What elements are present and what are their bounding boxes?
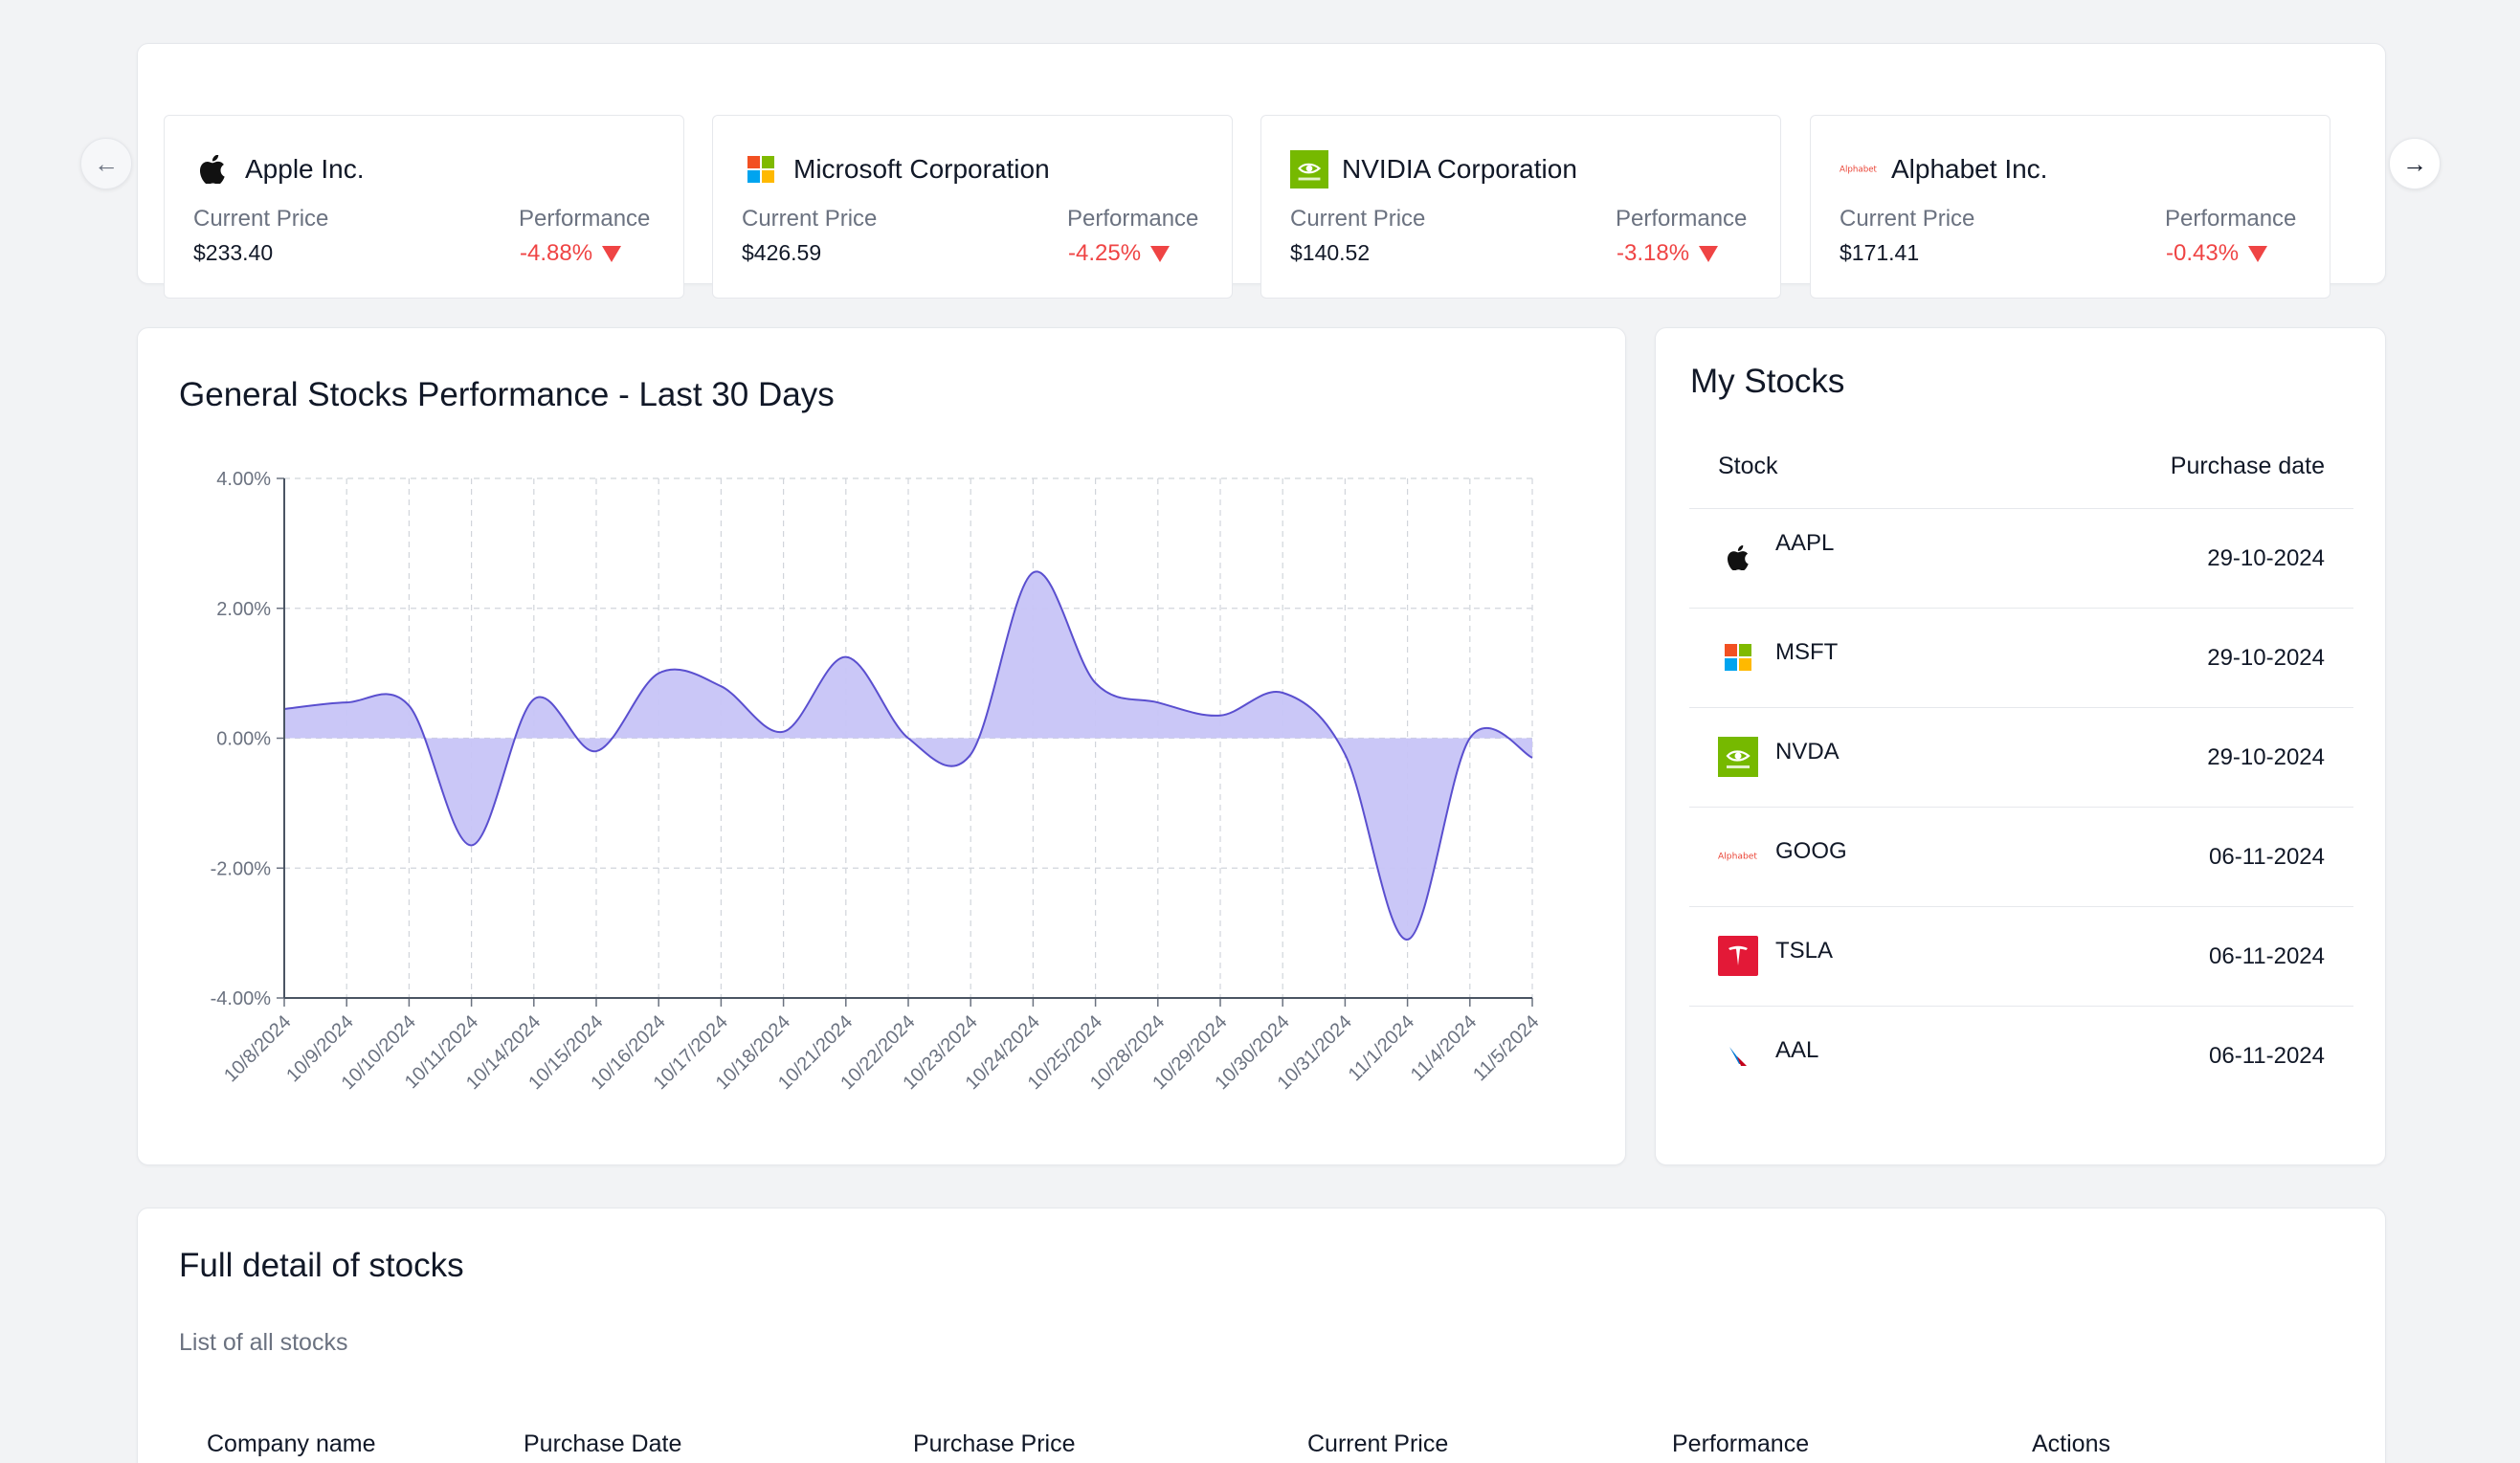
my-stock-row-aal[interactable]: AAL 06-11-2024 — [1689, 1006, 2353, 1105]
nvidia-logo-icon — [1718, 737, 1758, 777]
performance-percent: -4.25% — [1068, 240, 1142, 266]
carousel-next-button[interactable]: → — [2389, 138, 2441, 189]
current-price-value: $426.59 — [742, 240, 822, 265]
stock-ticker: GOOG — [1775, 838, 1847, 864]
col-header-purchase-date: Purchase Date — [524, 1430, 682, 1457]
current-price-value: $171.41 — [1840, 240, 1920, 265]
performance-label: Performance — [1616, 206, 1748, 232]
x-tick-label: 11/5/2024 — [1469, 1011, 1543, 1085]
performance-chart-panel: General Stocks Performance - Last 30 Day… — [137, 327, 1626, 1165]
performance-value: -0.43% — [2166, 240, 2268, 267]
performance-percent: -3.18% — [1617, 240, 1690, 266]
performance-value: -3.18% — [1617, 240, 1719, 267]
col-header-purchase-price: Purchase Price — [913, 1430, 1076, 1457]
detail-title: Full detail of stocks — [179, 1247, 464, 1284]
y-tick-label: 2.00% — [216, 599, 271, 620]
down-triangle-icon — [2248, 245, 2268, 262]
alphabet-logo-icon: Alphabet — [1718, 836, 1758, 876]
carousel-prev-button[interactable]: ← — [80, 138, 132, 189]
current-price-value: $140.52 — [1290, 240, 1371, 265]
stock-ticker: TSLA — [1775, 938, 1834, 964]
ticker-card-microsoft[interactable]: Microsoft Corporation Current Price $426… — [712, 115, 1233, 299]
performance-label: Performance — [2165, 206, 2297, 232]
microsoft-logo-icon — [742, 150, 780, 188]
performance-label: Performance — [519, 206, 651, 232]
col-header-company-name: Company name — [207, 1430, 376, 1457]
ticker-company-name: NVIDIA Corporation — [1342, 154, 1577, 184]
ticker-company-name: Alphabet Inc. — [1891, 154, 2048, 184]
x-tick-label: 11/4/2024 — [1407, 1011, 1481, 1085]
arrow-left-icon: ← — [94, 148, 119, 178]
performance-area-chart: 4.00%2.00%0.00%-2.00%-4.00%10/8/202410/9… — [211, 469, 1544, 1094]
performance-percent: -4.88% — [520, 240, 593, 266]
performance-value: -4.25% — [1068, 240, 1171, 267]
my-stocks-title: My Stocks — [1690, 363, 1845, 400]
current-price-label: Current Price — [1290, 206, 1426, 232]
my-stock-row-nvda[interactable]: NVDA 29-10-2024 — [1689, 707, 2353, 807]
col-header-current-price: Current Price — [1307, 1430, 1449, 1457]
ticker-company-name: Microsoft Corporation — [793, 154, 1050, 184]
ticker-company-name: Apple Inc. — [245, 154, 365, 184]
arrow-right-icon: → — [2402, 148, 2427, 178]
my-stock-row-aapl[interactable]: AAPL 29-10-2024 — [1689, 508, 2353, 608]
y-tick-label: -2.00% — [211, 858, 272, 879]
ticker-card-alphabet[interactable]: Alphabet Alphabet Inc. Current Price $17… — [1810, 115, 2330, 299]
my-stocks-panel: My Stocks Stock Purchase date AAPL 29-10… — [1655, 327, 2386, 1165]
detail-subtitle: List of all stocks — [179, 1329, 348, 1356]
ticker-card-nvidia[interactable]: NVIDIA Corporation Current Price $140.52… — [1260, 115, 1781, 299]
svg-text:Alphabet: Alphabet — [1840, 166, 1878, 175]
american-airlines-logo-icon — [1718, 1035, 1758, 1075]
stock-purchase-date: 06-11-2024 — [2209, 844, 2325, 870]
stock-purchase-date: 06-11-2024 — [2209, 1043, 2325, 1069]
performance-value: -4.88% — [520, 240, 622, 267]
current-price-value: $233.40 — [193, 240, 274, 265]
down-triangle-icon — [602, 245, 622, 262]
microsoft-logo-icon — [1718, 637, 1758, 677]
y-tick-label: 4.00% — [216, 469, 271, 490]
svg-text:Alphabet: Alphabet — [1718, 853, 1757, 862]
current-price-label: Current Price — [1840, 206, 1975, 232]
ticker-card-apple[interactable]: Apple Inc. Current Price $233.40 Perform… — [164, 115, 684, 299]
col-header-purchase-date: Purchase date — [2170, 453, 2325, 479]
current-price-label: Current Price — [742, 206, 878, 232]
stocks-detail-panel: Full detail of stocks List of all stocks… — [137, 1208, 2386, 1463]
stock-purchase-date: 29-10-2024 — [2207, 744, 2325, 770]
performance-label: Performance — [1067, 206, 1199, 232]
my-stock-row-msft[interactable]: MSFT 29-10-2024 — [1689, 608, 2353, 707]
col-header-performance: Performance — [1672, 1430, 1810, 1457]
stock-ticker: NVDA — [1775, 739, 1840, 765]
stock-purchase-date: 29-10-2024 — [2207, 545, 2325, 571]
col-header-actions: Actions — [2032, 1430, 2110, 1457]
col-header-stock: Stock — [1718, 453, 1778, 479]
down-triangle-icon — [1150, 245, 1171, 262]
alphabet-logo-icon: Alphabet — [1840, 150, 1878, 188]
stock-ticker: AAL — [1775, 1037, 1819, 1063]
stock-purchase-date: 06-11-2024 — [2209, 943, 2325, 969]
x-tick-label: 11/1/2024 — [1345, 1011, 1418, 1085]
y-tick-label: -4.00% — [211, 988, 272, 1009]
stock-ticker: MSFT — [1775, 639, 1839, 665]
ticker-carousel: Apple Inc. Current Price $233.40 Perform… — [137, 43, 2386, 299]
performance-percent: -0.43% — [2166, 240, 2240, 266]
current-price-label: Current Price — [193, 206, 329, 232]
my-stock-row-goog[interactable]: Alphabet GOOG 06-11-2024 — [1689, 807, 2353, 906]
y-tick-label: 0.00% — [216, 729, 271, 750]
apple-logo-icon — [193, 150, 232, 188]
nvidia-logo-icon — [1290, 150, 1328, 188]
down-triangle-icon — [1699, 245, 1719, 262]
stock-ticker: AAPL — [1775, 530, 1835, 556]
my-stock-row-tsla[interactable]: TSLA 06-11-2024 — [1689, 906, 2353, 1006]
tesla-logo-icon — [1718, 936, 1758, 976]
apple-logo-icon — [1718, 538, 1758, 578]
stock-purchase-date: 29-10-2024 — [2207, 645, 2325, 671]
x-tick-label: 10/8/2024 — [220, 1011, 295, 1086]
